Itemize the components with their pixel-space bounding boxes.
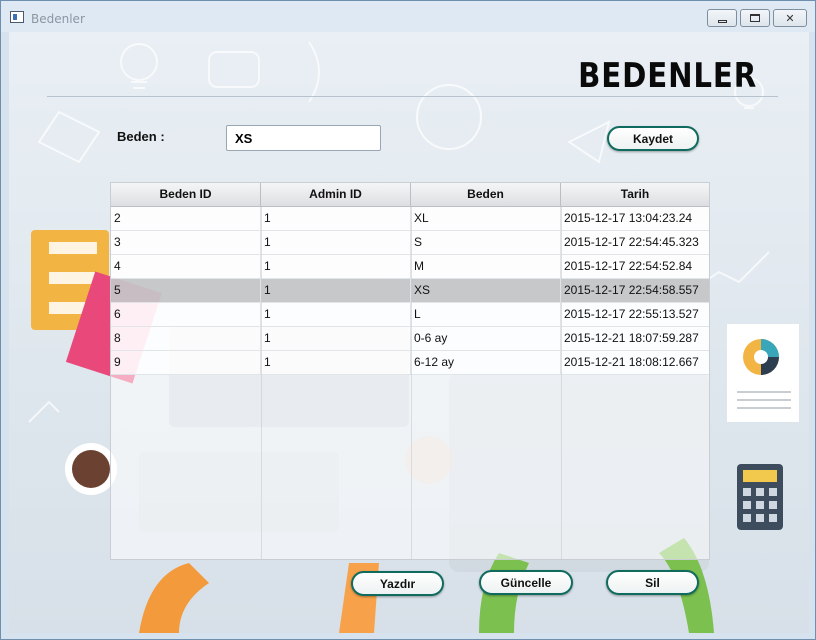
cell-beden: 0-6 ay [411,327,561,350]
cell-beden-id: 8 [111,327,261,350]
bedenler-table: Beden ID Admin ID Beden Tarih 2 1 XL 201… [110,182,710,560]
table-row-selected[interactable]: 5 1 XS 2015-12-17 22:54:58.557 [111,279,709,303]
table-row[interactable]: 6 1 L 2015-12-17 22:55:13.527 [111,303,709,327]
guncelle-button[interactable]: Güncelle [479,570,573,595]
cell-beden-id: 5 [111,279,261,302]
cell-admin-id: 1 [261,327,411,350]
table-row[interactable]: 8 1 0-6 ay 2015-12-21 18:07:59.287 [111,327,709,351]
column-header-tarih[interactable]: Tarih [561,183,709,206]
cell-admin-id: 1 [261,279,411,302]
cell-admin-id: 1 [261,255,411,278]
cell-beden: XS [411,279,561,302]
title-bar[interactable]: Bedenler ✕ [1,1,815,32]
close-button[interactable]: ✕ [773,9,807,27]
app-window: Bedenler ✕ BEDENLER Beden: XS Kaydet Be… [0,0,816,640]
cell-admin-id: 1 [261,231,411,254]
column-header-beden-id[interactable]: Beden ID [111,183,261,206]
cell-beden: XL [411,207,561,230]
beden-label: Beden : [117,129,165,144]
cell-beden: S [411,231,561,254]
cell-beden: 6-12 ay [411,351,561,374]
app-icon [10,11,24,23]
cell-tarih: 2015-12-17 22:55:13.527 [564,307,699,321]
table-body: 2 1 XL 2015-12-17 13:04:23.24 3 1 S 2015… [111,207,709,375]
cell-admin-id: 1 [261,207,411,230]
cell-beden-id: 3 [111,231,261,254]
yazdir-button[interactable]: Yazdır [351,571,444,596]
table-row[interactable]: 4 1 M 2015-12-17 22:54:52.84 [111,255,709,279]
kaydet-button[interactable]: Kaydet [607,126,699,151]
cell-tarih: 2015-12-17 13:04:23.24 [564,211,693,225]
cell-beden-id: 6 [111,303,261,326]
table-header: Beden ID Admin ID Beden Tarih [111,183,709,207]
column-header-beden[interactable]: Beden [411,183,561,206]
sil-button[interactable]: Sil [606,570,699,595]
cell-tarih: 2015-12-21 18:07:59.287 [564,331,699,345]
beden-input[interactable] [226,125,381,151]
window-title: Bedenler [31,12,85,26]
cell-tarih: 2015-12-17 22:54:58.557 [564,283,699,297]
title-divider [47,96,778,97]
cell-tarih: 2015-12-17 22:54:52.84 [564,259,693,273]
cell-beden-id: 4 [111,255,261,278]
cell-beden-id: 9 [111,351,261,374]
cell-beden: L [411,303,561,326]
table-row[interactable]: 3 1 S 2015-12-17 22:54:45.323 [111,231,709,255]
maximize-button[interactable] [740,9,770,27]
cell-beden: M [411,255,561,278]
table-row[interactable]: 9 1 6-12 ay 2015-12-21 18:08:12.667 [111,351,709,375]
column-header-admin-id[interactable]: Admin ID [261,183,411,206]
minimize-button[interactable] [707,9,737,27]
client-area: BEDENLER Beden : Kaydet Beden ID Admin I… [9,32,809,633]
cell-admin-id: 1 [261,303,411,326]
cell-admin-id: 1 [261,351,411,374]
minimize-icon [717,19,727,23]
cell-tarih: 2015-12-17 22:54:45.323 [564,235,699,249]
maximize-icon [750,14,760,22]
page-title: BEDENLER [578,56,757,96]
cell-beden-id: 2 [111,207,261,230]
close-icon: ✕ [785,12,795,25]
table-row[interactable]: 2 1 XL 2015-12-17 13:04:23.24 [111,207,709,231]
cell-tarih: 2015-12-21 18:08:12.667 [564,355,699,369]
